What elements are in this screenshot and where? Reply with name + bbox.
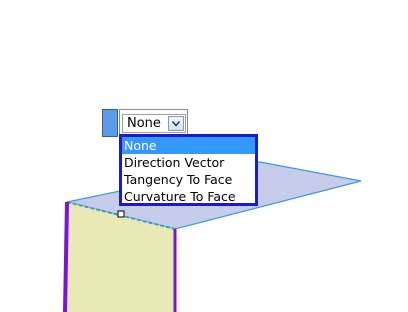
combo-dropdown-button[interactable] (168, 116, 184, 131)
option-curvature-to-face[interactable]: Curvature To Face (122, 188, 255, 205)
end-condition-dropdown-list: None Direction Vector Tangency To Face C… (119, 134, 258, 206)
option-tangency-to-face[interactable]: Tangency To Face (122, 171, 255, 188)
combo-field[interactable]: None (122, 114, 186, 133)
end-condition-combo[interactable]: None (119, 109, 188, 137)
callout-handle[interactable] (102, 109, 118, 137)
edge-point-handle[interactable] (117, 210, 125, 218)
combo-value: None (127, 116, 161, 131)
option-none[interactable]: None (122, 137, 255, 154)
chevron-down-icon (172, 121, 180, 127)
option-direction-vector[interactable]: Direction Vector (122, 154, 255, 171)
left-face-edge[interactable] (63, 201, 69, 312)
